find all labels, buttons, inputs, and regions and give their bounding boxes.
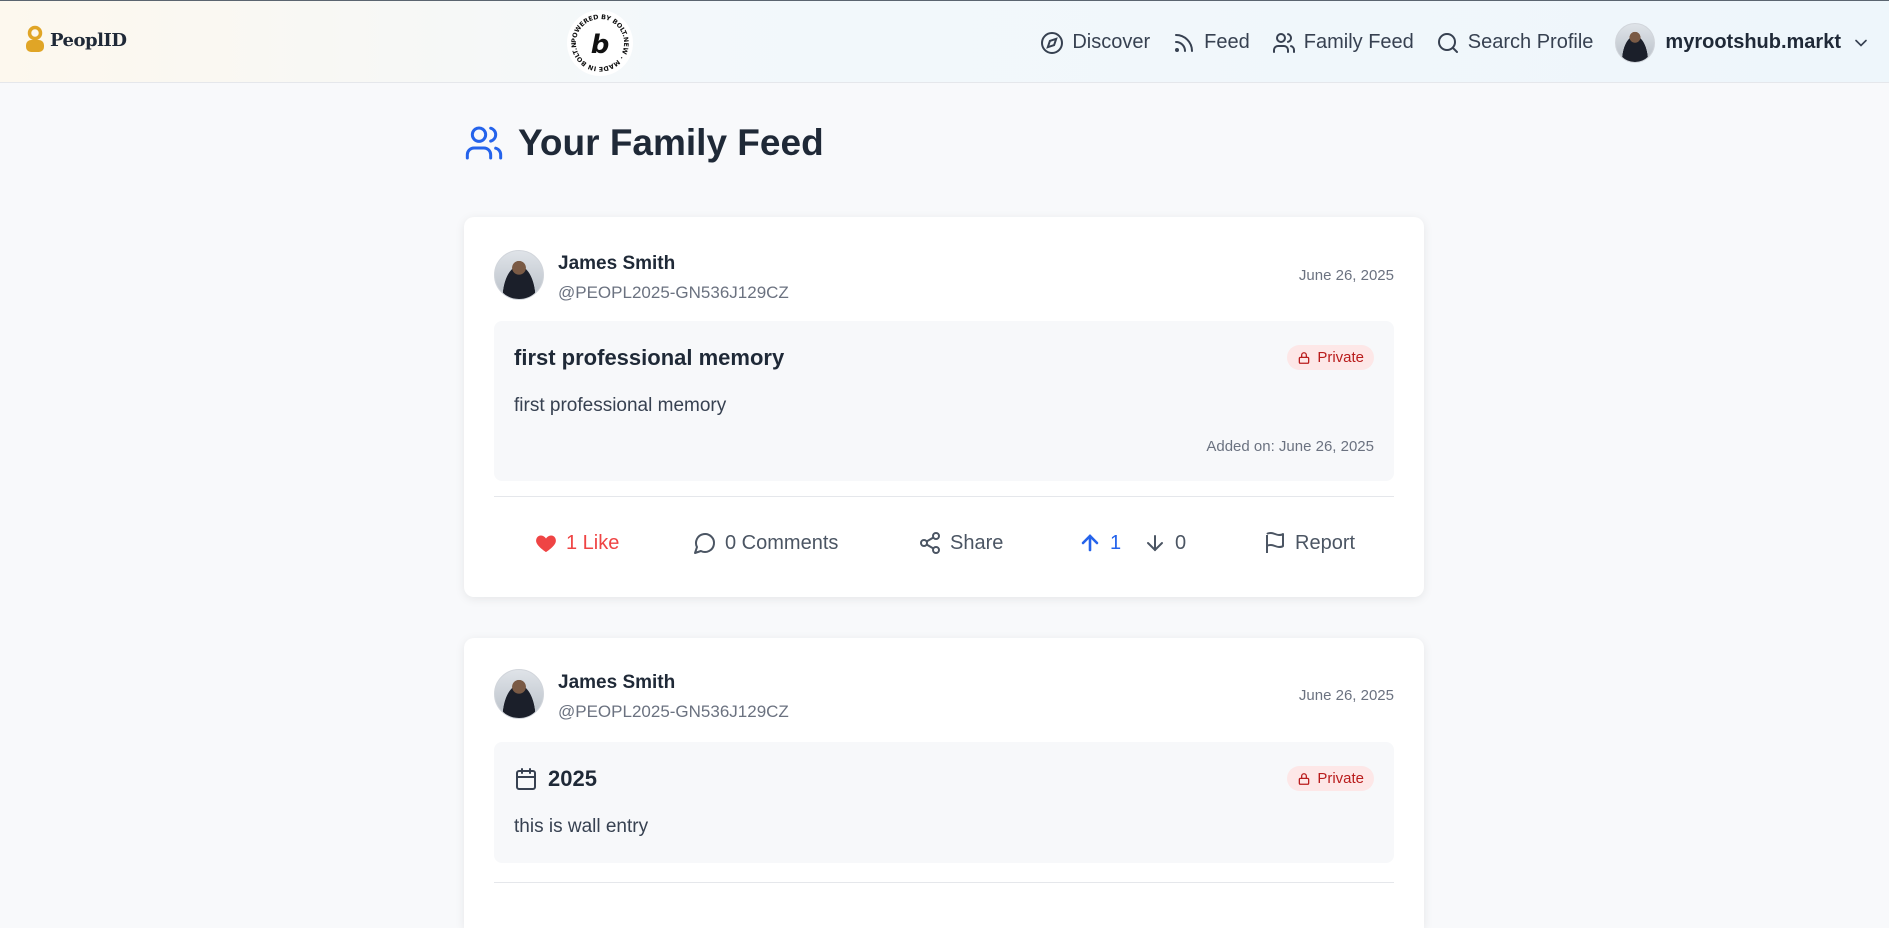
author-name[interactable]: James Smith: [558, 253, 789, 275]
user-name: myrootshub.markt: [1665, 31, 1841, 53]
author-handle: @PEOPL2025-GN536J129CZ: [558, 702, 789, 721]
share-button[interactable]: Share: [918, 531, 1003, 555]
calendar-icon: [516, 768, 536, 790]
upvote-button[interactable]: 1: [1078, 531, 1121, 555]
post-actions: 1 Like 0 Comments Share 1 0 Report: [494, 523, 1394, 563]
author-info: James Smith @PEOPL2025-GN536J129CZ: [558, 253, 789, 303]
share-icon: [920, 532, 940, 554]
privacy-badge: Private: [1287, 345, 1374, 370]
wall-entry-body: this is wall entry: [514, 816, 649, 837]
share-label: Share: [950, 531, 1004, 554]
heart-icon: [536, 535, 556, 552]
author-handle: @PEOPL2025-GN536J129CZ: [558, 283, 789, 302]
upvote-count: 1: [1110, 531, 1122, 554]
author-avatar[interactable]: [494, 669, 544, 719]
nav-family-feed[interactable]: Family Feed: [1272, 31, 1414, 55]
comments-count: 0 Comments: [725, 531, 839, 554]
divider: [494, 496, 1394, 497]
post-date: June 26, 2025: [1298, 267, 1394, 284]
user-menu[interactable]: myrootshub.markt: [1615, 22, 1871, 63]
chevron-down-icon: [1855, 39, 1867, 47]
privacy-label: Private: [1317, 349, 1364, 366]
nav-discover[interactable]: Discover: [1040, 31, 1150, 55]
brand-name: PeoplID: [50, 29, 127, 51]
memory-panel: first professional memory Private first …: [494, 321, 1394, 481]
divider: [494, 882, 1394, 883]
arrow-down-icon: [1147, 535, 1163, 552]
report-label: Report: [1295, 531, 1356, 554]
users-icon: [465, 126, 503, 160]
compass-icon: [1041, 31, 1064, 54]
post-header: James Smith @PEOPL2025-GN536J129CZ June …: [464, 638, 1424, 724]
comments-button[interactable]: 0 Comments: [693, 531, 838, 555]
top-navigation-bar: PeoplID POWERED BY BOLT.NEW · MADE IN BO…: [0, 0, 1889, 83]
rss-icon: [1175, 33, 1194, 52]
person-logo-icon: [26, 25, 44, 52]
feed-post: James Smith @PEOPL2025-GN536J129CZ June …: [464, 217, 1424, 597]
downvote-count: 0: [1175, 531, 1187, 554]
nav-search-profile[interactable]: Search Profile: [1436, 31, 1594, 55]
nav-family-feed-label: Family Feed: [1303, 31, 1414, 53]
bolt-badge-icon[interactable]: POWERED BY BOLT.NEW · MADE IN BOLT.NEW ·…: [566, 9, 634, 77]
search-icon: [1437, 32, 1458, 53]
nav-feed[interactable]: Feed: [1172, 31, 1250, 55]
author-avatar[interactable]: [494, 250, 544, 300]
privacy-label: Private: [1317, 770, 1364, 787]
wall-entry-year: 2025: [548, 766, 597, 791]
like-count: 1 Like: [566, 531, 620, 554]
main-nav: Discover Feed Family Feed Search Profile…: [1040, 1, 1889, 84]
wall-entry-title: 2025: [514, 766, 597, 792]
badge-letter: b: [591, 30, 610, 60]
brand-logo[interactable]: PeoplID: [24, 25, 127, 55]
privacy-badge: Private: [1287, 766, 1374, 791]
wall-entry-panel: 2025 Private this is wall entry: [494, 742, 1394, 863]
memory-added-date: Added on: June 26, 2025: [1206, 438, 1374, 455]
author-name[interactable]: James Smith: [558, 672, 789, 694]
nav-search-profile-label: Search Profile: [1467, 31, 1594, 53]
user-avatar: [1615, 22, 1656, 63]
flag-icon: [1266, 532, 1284, 553]
like-button[interactable]: 1 Like: [534, 531, 619, 555]
users-icon: [1272, 32, 1295, 53]
post-header: James Smith @PEOPL2025-GN536J129CZ June …: [464, 217, 1424, 303]
page-title: Your Family Feed: [464, 122, 824, 164]
feed-post: James Smith @PEOPL2025-GN536J129CZ June …: [464, 638, 1424, 928]
report-button[interactable]: Report: [1263, 531, 1355, 555]
lock-icon: [1299, 772, 1310, 785]
nav-feed-label: Feed: [1204, 31, 1250, 53]
author-info: James Smith @PEOPL2025-GN536J129CZ: [558, 672, 789, 722]
downvote-button[interactable]: 0: [1143, 531, 1186, 555]
memory-body: first professional memory: [514, 395, 727, 416]
post-date: June 26, 2025: [1298, 687, 1394, 704]
arrow-up-icon: [1081, 534, 1099, 552]
lock-icon: [1299, 351, 1310, 364]
page-title-text: Your Family Feed: [518, 122, 824, 163]
comment-icon: [694, 533, 715, 554]
nav-discover-label: Discover: [1072, 31, 1151, 53]
memory-title: first professional memory: [514, 345, 785, 370]
